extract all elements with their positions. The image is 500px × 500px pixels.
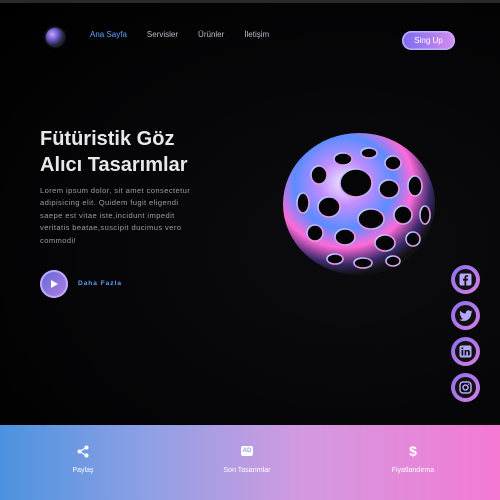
linkedin-button[interactable] [451,337,480,366]
instagram-icon [455,377,476,398]
nav-item-home[interactable]: Ana Sayfa [90,30,127,39]
play-icon[interactable] [40,270,68,298]
share-icon [58,443,108,459]
footer-bar: Paylaş AD Son Tasarımlar $ Fiyatlandırma [0,425,500,500]
nav-item-products[interactable]: Ürünler [198,30,224,39]
hero-title-line2: Alıcı Tasarımlar [40,154,188,176]
page: Ana Sayfa Servisler Ürünler İletişim Sin… [0,0,500,500]
sphere-logo-icon[interactable] [46,28,64,46]
hero-title: Fütüristik Göz Alıcı Tasarımlar [40,126,230,178]
twitter-button[interactable] [451,301,480,330]
linkedin-icon [455,341,476,362]
footer-item-label: Son Tasarımlar [223,467,271,474]
sign-up-button[interactable]: Sing Up [402,31,455,50]
nav-item-contact[interactable]: İletişim [244,30,269,39]
read-more-link[interactable]: Daha Fazla [78,280,122,287]
footer-item-latest-designs[interactable]: AD Son Tasarımlar [217,443,277,474]
hero-title-line1: Fütüristik Göz [40,128,175,150]
twitter-icon [455,305,476,326]
ad-icon: AD [217,443,277,459]
instagram-button[interactable] [451,373,480,402]
hero-sphere-image [281,131,437,277]
footer-item-pricing[interactable]: $ Fiyatlandırma [383,443,443,474]
facebook-icon [455,269,476,290]
main-nav: Ana Sayfa Servisler Ürünler İletişim [90,30,289,39]
facebook-button[interactable] [451,265,480,294]
ad-icon-badge: AD [240,446,254,456]
dollar-icon: $ [383,443,443,459]
top-border [0,0,500,3]
footer-item-share[interactable]: Paylaş [58,443,108,474]
footer-item-label: Paylaş [72,467,94,474]
dollar-symbol: $ [409,443,417,459]
hero-description: Lorem ipsum dolor, sit amet consectetur … [40,186,191,245]
footer-item-label: Fiyatlandırma [391,467,435,474]
nav-item-services[interactable]: Servisler [147,30,178,39]
